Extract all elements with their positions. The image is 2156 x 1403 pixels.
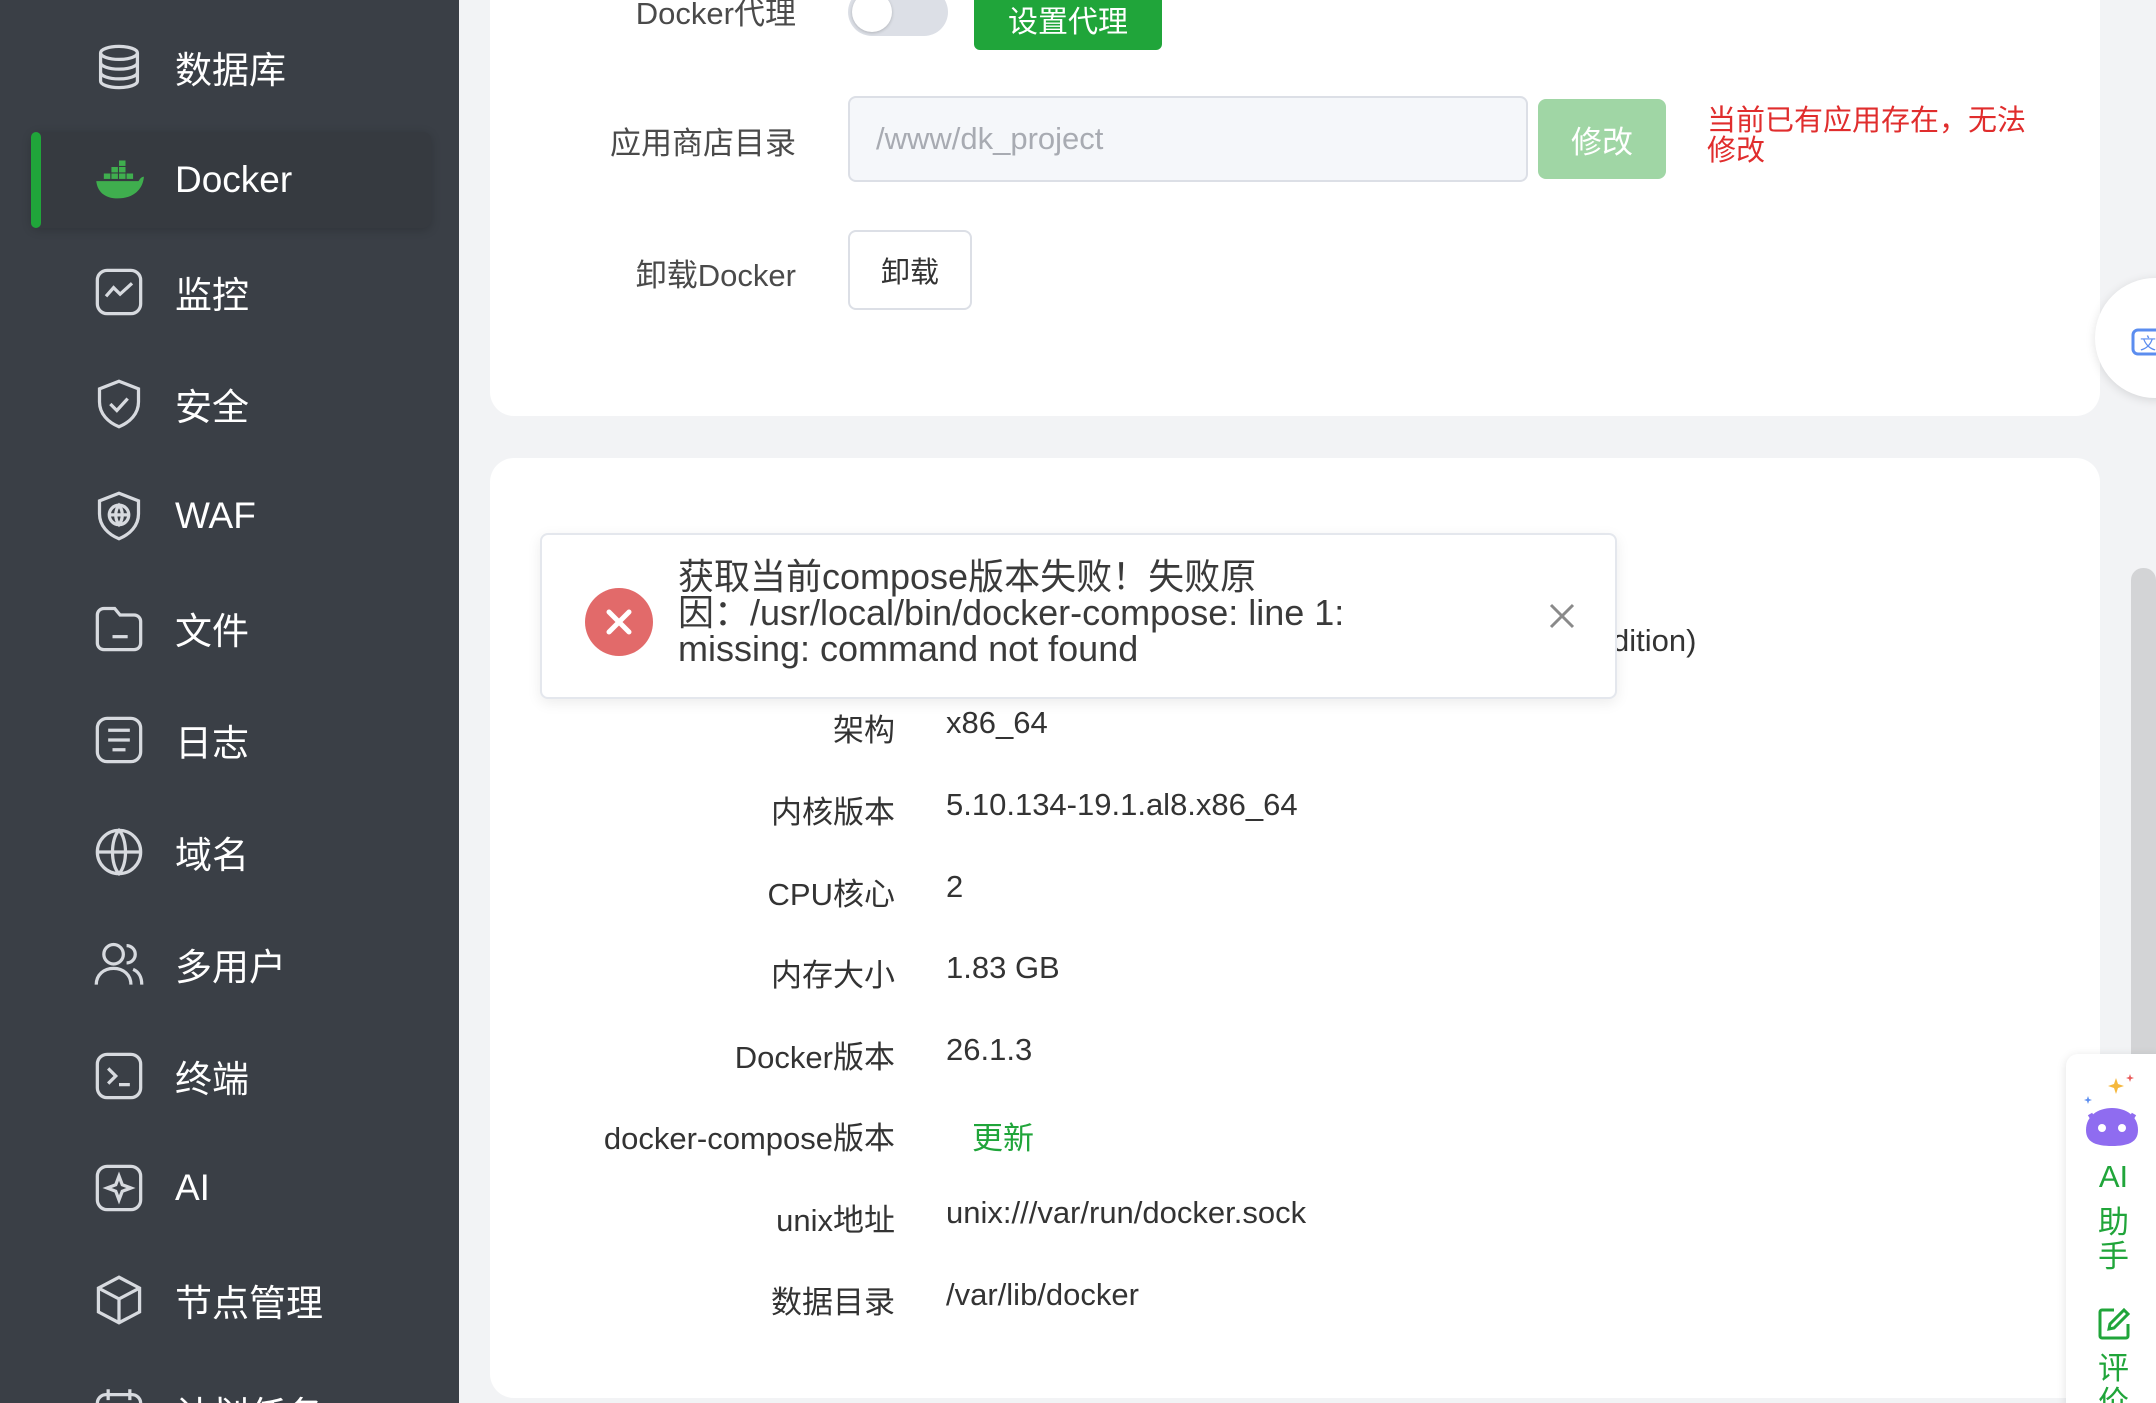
assistant-label-1: 助 xyxy=(2098,1205,2129,1240)
sidebar-item-ai[interactable]: AI xyxy=(31,1140,431,1236)
assistant-label-2: 手 xyxy=(2098,1239,2129,1274)
info-value-kernel: 5.10.134-19.1.al8.x86_64 xyxy=(946,787,1298,822)
proxy-label: Docker代理 xyxy=(635,0,796,31)
info-label-docker-version: Docker版本 xyxy=(734,1040,895,1075)
info-value-arch: x86_64 xyxy=(946,705,1048,740)
review-label-1: 评 xyxy=(2098,1351,2129,1386)
toast-message: 获取当前compose版本失败！失败原因：/usr/local/bin/dock… xyxy=(678,556,1345,669)
toggle-knob xyxy=(852,0,892,32)
edit-review-icon xyxy=(2098,1307,2131,1340)
store-dir-value: /www/dk_project xyxy=(876,121,1104,156)
uninstall-label: 卸载Docker xyxy=(635,258,796,293)
log-icon xyxy=(93,714,145,766)
sidebar: 数据库 Docker 监控 安全 WAF 文件 日志 域名 多用户 终端 AI … xyxy=(0,0,459,1403)
sidebar-item-files[interactable]: 文件 xyxy=(31,580,431,676)
sidebar-item-label: 日志 xyxy=(175,723,249,764)
ai-label: AI xyxy=(2098,1159,2129,1194)
obscured-info-value: dition) xyxy=(1612,623,1697,658)
sidebar-item-label: AI xyxy=(175,1167,210,1208)
database-icon xyxy=(93,41,145,93)
info-label-compose-version: docker-compose版本 xyxy=(603,1121,895,1156)
compose-update-link[interactable]: 更新 xyxy=(972,1113,1034,1158)
uninstall-button[interactable]: 卸载 xyxy=(848,230,972,310)
error-toast: 获取当前compose版本失败！失败原因：/usr/local/bin/dock… xyxy=(540,533,1617,699)
sidebar-item-label: Docker xyxy=(175,159,293,200)
sidebar-item-database[interactable]: 数据库 xyxy=(31,19,431,115)
www-globe-icon xyxy=(93,826,145,878)
calendar-icon xyxy=(93,1386,145,1403)
info-label-cpu: CPU核心 xyxy=(767,877,895,912)
info-label-kernel: 内核版本 xyxy=(771,795,895,830)
shield-check-icon xyxy=(93,378,145,430)
close-icon[interactable] xyxy=(1542,596,1582,636)
sidebar-item-security[interactable]: 安全 xyxy=(31,356,431,452)
waf-shield-icon xyxy=(93,490,145,542)
sidebar-item-monitor[interactable]: 监控 xyxy=(31,244,431,340)
modify-button[interactable]: 修改 xyxy=(1538,99,1666,179)
cube-icon xyxy=(93,1274,145,1326)
info-label-arch: 架构 xyxy=(833,713,895,748)
ai-assistant-panel[interactable]: AI 助 手 评 价 xyxy=(2066,1054,2156,1403)
docker-settings-card xyxy=(490,0,2100,416)
proxy-toggle[interactable] xyxy=(848,0,948,36)
translate-icon: 文 xyxy=(2131,328,2156,356)
sidebar-item-nodes[interactable]: 节点管理 xyxy=(31,1252,431,1348)
monitor-icon xyxy=(93,266,145,318)
users-icon xyxy=(93,938,145,990)
sidebar-item-logs[interactable]: 日志 xyxy=(31,692,431,788)
sidebar-item-label: 文件 xyxy=(175,611,249,652)
store-dir-label: 应用商店目录 xyxy=(610,126,796,161)
store-dir-input[interactable]: /www/dk_project xyxy=(848,96,1528,182)
info-value-cpu: 2 xyxy=(946,869,964,904)
info-value-unix-socket: unix:///var/run/docker.sock xyxy=(946,1195,1307,1230)
sidebar-item-domains[interactable]: 域名 xyxy=(31,804,431,900)
info-label-memory: 内存大小 xyxy=(771,958,895,993)
sidebar-item-label: 计划任务 xyxy=(175,1385,323,1403)
svg-text:文: 文 xyxy=(2140,334,2156,353)
sidebar-item-cron[interactable]: 计划任务 xyxy=(31,1364,431,1403)
review-label-2: 价 xyxy=(2098,1385,2129,1403)
info-value-memory: 1.83 GB xyxy=(946,950,1060,985)
ai-sparkle-icon xyxy=(93,1162,145,1214)
info-label-data-dir: 数据目录 xyxy=(771,1285,895,1320)
sidebar-item-label: 终端 xyxy=(175,1059,249,1100)
folder-icon xyxy=(93,602,145,654)
modify-warning: 当前已有应用存在，无法修改 xyxy=(1707,105,2027,167)
info-value-data-dir: /var/lib/docker xyxy=(946,1277,1139,1312)
sidebar-item-users[interactable]: 多用户 xyxy=(31,916,431,1012)
sidebar-item-label: 安全 xyxy=(175,387,249,428)
error-icon xyxy=(585,588,653,656)
ai-mascot-icon xyxy=(2084,1074,2138,1146)
sidebar-item-docker[interactable]: Docker xyxy=(31,132,431,228)
terminal-icon xyxy=(93,1050,145,1102)
sidebar-item-label: 数据库 xyxy=(175,50,286,91)
sidebar-item-label: 多用户 xyxy=(175,947,286,988)
sidebar-item-waf[interactable]: WAF xyxy=(31,468,431,564)
sidebar-item-label: 域名 xyxy=(175,835,249,876)
docker-icon xyxy=(93,154,145,206)
sidebar-item-label: 监控 xyxy=(175,275,249,316)
info-label-unix-socket: unix地址 xyxy=(776,1203,895,1238)
sidebar-item-label: WAF xyxy=(175,495,256,536)
info-value-docker-version: 26.1.3 xyxy=(946,1032,1033,1067)
sidebar-item-terminal[interactable]: 终端 xyxy=(31,1028,431,1124)
sidebar-item-label: 节点管理 xyxy=(175,1283,323,1324)
translate-float-button[interactable]: 文 xyxy=(2095,278,2156,398)
set-proxy-button[interactable]: 设置代理 xyxy=(974,0,1162,50)
